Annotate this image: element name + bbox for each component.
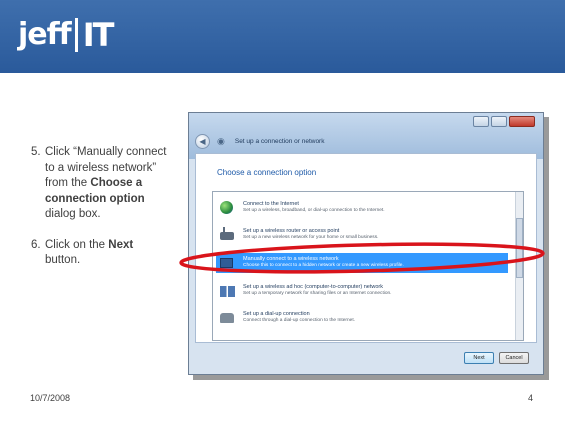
router-icon [220, 227, 236, 242]
logo-text-it: IT [82, 16, 115, 54]
cancel-button[interactable]: Cancel [499, 352, 529, 364]
nav-row: ◀ ◉ Set up a connection or network [195, 134, 324, 149]
next-button[interactable]: Next [464, 352, 494, 364]
option-desc: Connect through a dial-up connection to … [243, 318, 356, 324]
connection-options-list[interactable]: Connect to the Internet Set up a wireless… [212, 191, 524, 341]
step-6: 6. Click on the Next button. [31, 238, 171, 269]
step-text-post: button. [45, 254, 81, 266]
footer-date: 10/7/2008 [30, 393, 71, 403]
step-text-bold: Next [108, 238, 134, 251]
dialog-buttons: Next Cancel [464, 352, 529, 364]
window-controls [473, 116, 535, 127]
option-manual-wireless[interactable]: Manually connect to a wireless network Ch… [216, 253, 508, 273]
step-text: Click “Manually connect to a wireless ne… [45, 145, 171, 223]
step-number: 6. [31, 238, 41, 251]
option-router[interactable]: Set up a wireless router or access point… [216, 225, 508, 245]
scroll-thumb[interactable] [516, 218, 523, 278]
dialog-content: Choose a connection option Connect to th… [195, 153, 537, 343]
option-connect-internet[interactable]: Connect to the Internet Set up a wireless… [216, 198, 508, 218]
option-desc: Set up a new wireless network for your h… [243, 235, 379, 241]
globe-icon [220, 201, 236, 215]
close-icon[interactable] [509, 116, 535, 127]
logo-text-jeff: jeff [18, 17, 72, 52]
step-text-pre: Click on the [45, 238, 109, 251]
option-desc: Set up a temporary network for sharing f… [243, 291, 392, 297]
option-dialup[interactable]: Set up a dial-up connection Connect throu… [216, 308, 508, 328]
option-adhoc[interactable]: Set up a wireless ad hoc (computer-to-co… [216, 281, 508, 301]
dialup-icon [220, 311, 236, 325]
slide-header: jeff IT [0, 0, 565, 73]
option-desc: Choose this to connect to a hidden netwo… [243, 263, 404, 269]
list-scrollbar[interactable] [515, 192, 523, 340]
logo-separator [74, 18, 78, 52]
dialog-screenshot: ◀ ◉ Set up a connection or network Choos… [188, 112, 544, 375]
step-text-post: dialog box. [45, 208, 101, 220]
computer-icon [220, 256, 236, 270]
instruction-steps: 5. Click “Manually connect to a wireless… [31, 145, 171, 284]
back-arrow-icon[interactable]: ◀ [195, 134, 210, 149]
minimize-icon[interactable] [473, 116, 489, 127]
step-number: 5. [31, 146, 41, 158]
maximize-icon[interactable] [491, 116, 507, 127]
step-text: Click on the Next button. [45, 238, 171, 269]
adhoc-network-icon [220, 284, 236, 298]
network-icon: ◉ [217, 136, 225, 146]
option-desc: Set up a wireless, broadband, or dial-up… [243, 208, 385, 214]
dialog-heading: Choose a connection option [217, 168, 317, 177]
jeffit-logo: jeff IT [18, 16, 115, 54]
step-5: 5. Click “Manually connect to a wireless… [31, 145, 171, 223]
dialog-nav-title: Set up a connection or network [234, 138, 325, 145]
page-number: 4 [527, 393, 533, 403]
